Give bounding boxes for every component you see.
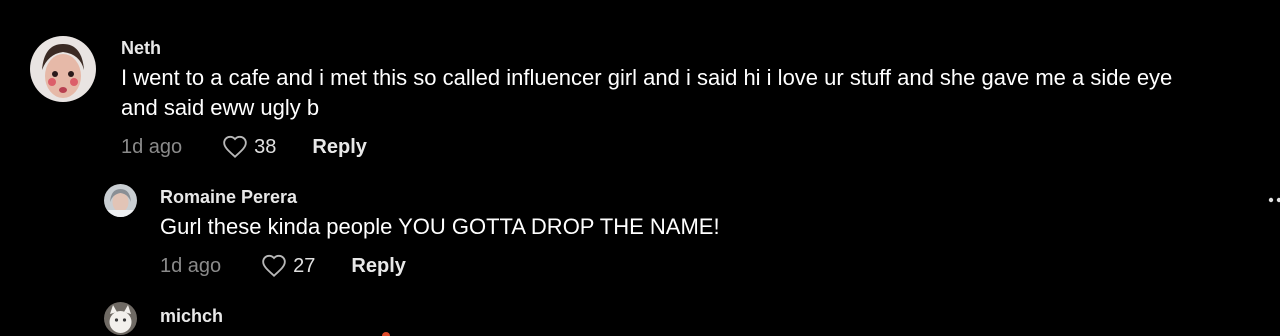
like-button[interactable]: 38	[222, 135, 276, 159]
reply-username[interactable]: michch	[160, 306, 223, 327]
comment-username[interactable]: Neth	[121, 38, 161, 59]
reply-text-partial	[382, 332, 390, 336]
like-count: 38	[254, 135, 277, 158]
reply-meta: 1d ago 27 Reply	[160, 254, 406, 278]
reply-timestamp: 1d ago	[160, 254, 222, 277]
avatar[interactable]	[104, 302, 137, 335]
heart-outline-icon	[261, 254, 287, 278]
like-count: 27	[293, 254, 316, 277]
like-button[interactable]: 27	[261, 254, 315, 278]
more-options-icon[interactable]	[1262, 193, 1280, 205]
comment-text: I went to a cafe and i met this so calle…	[121, 65, 1173, 120]
comment-timestamp: 1d ago	[121, 135, 183, 158]
heart-outline-icon	[222, 135, 248, 159]
avatar[interactable]	[104, 184, 137, 217]
reply-username[interactable]: Romaine Perera	[160, 187, 297, 208]
avatar[interactable]	[30, 36, 96, 102]
comments-panel: Neth I went to a cafe and i met this so …	[0, 0, 1280, 336]
reply-button[interactable]: Reply	[351, 255, 405, 278]
reply-button[interactable]: Reply	[312, 136, 366, 159]
comment-meta: 1d ago 38 Reply	[121, 135, 367, 159]
reply-text: Gurl these kinda people YOU GOTTA DROP T…	[160, 214, 720, 239]
